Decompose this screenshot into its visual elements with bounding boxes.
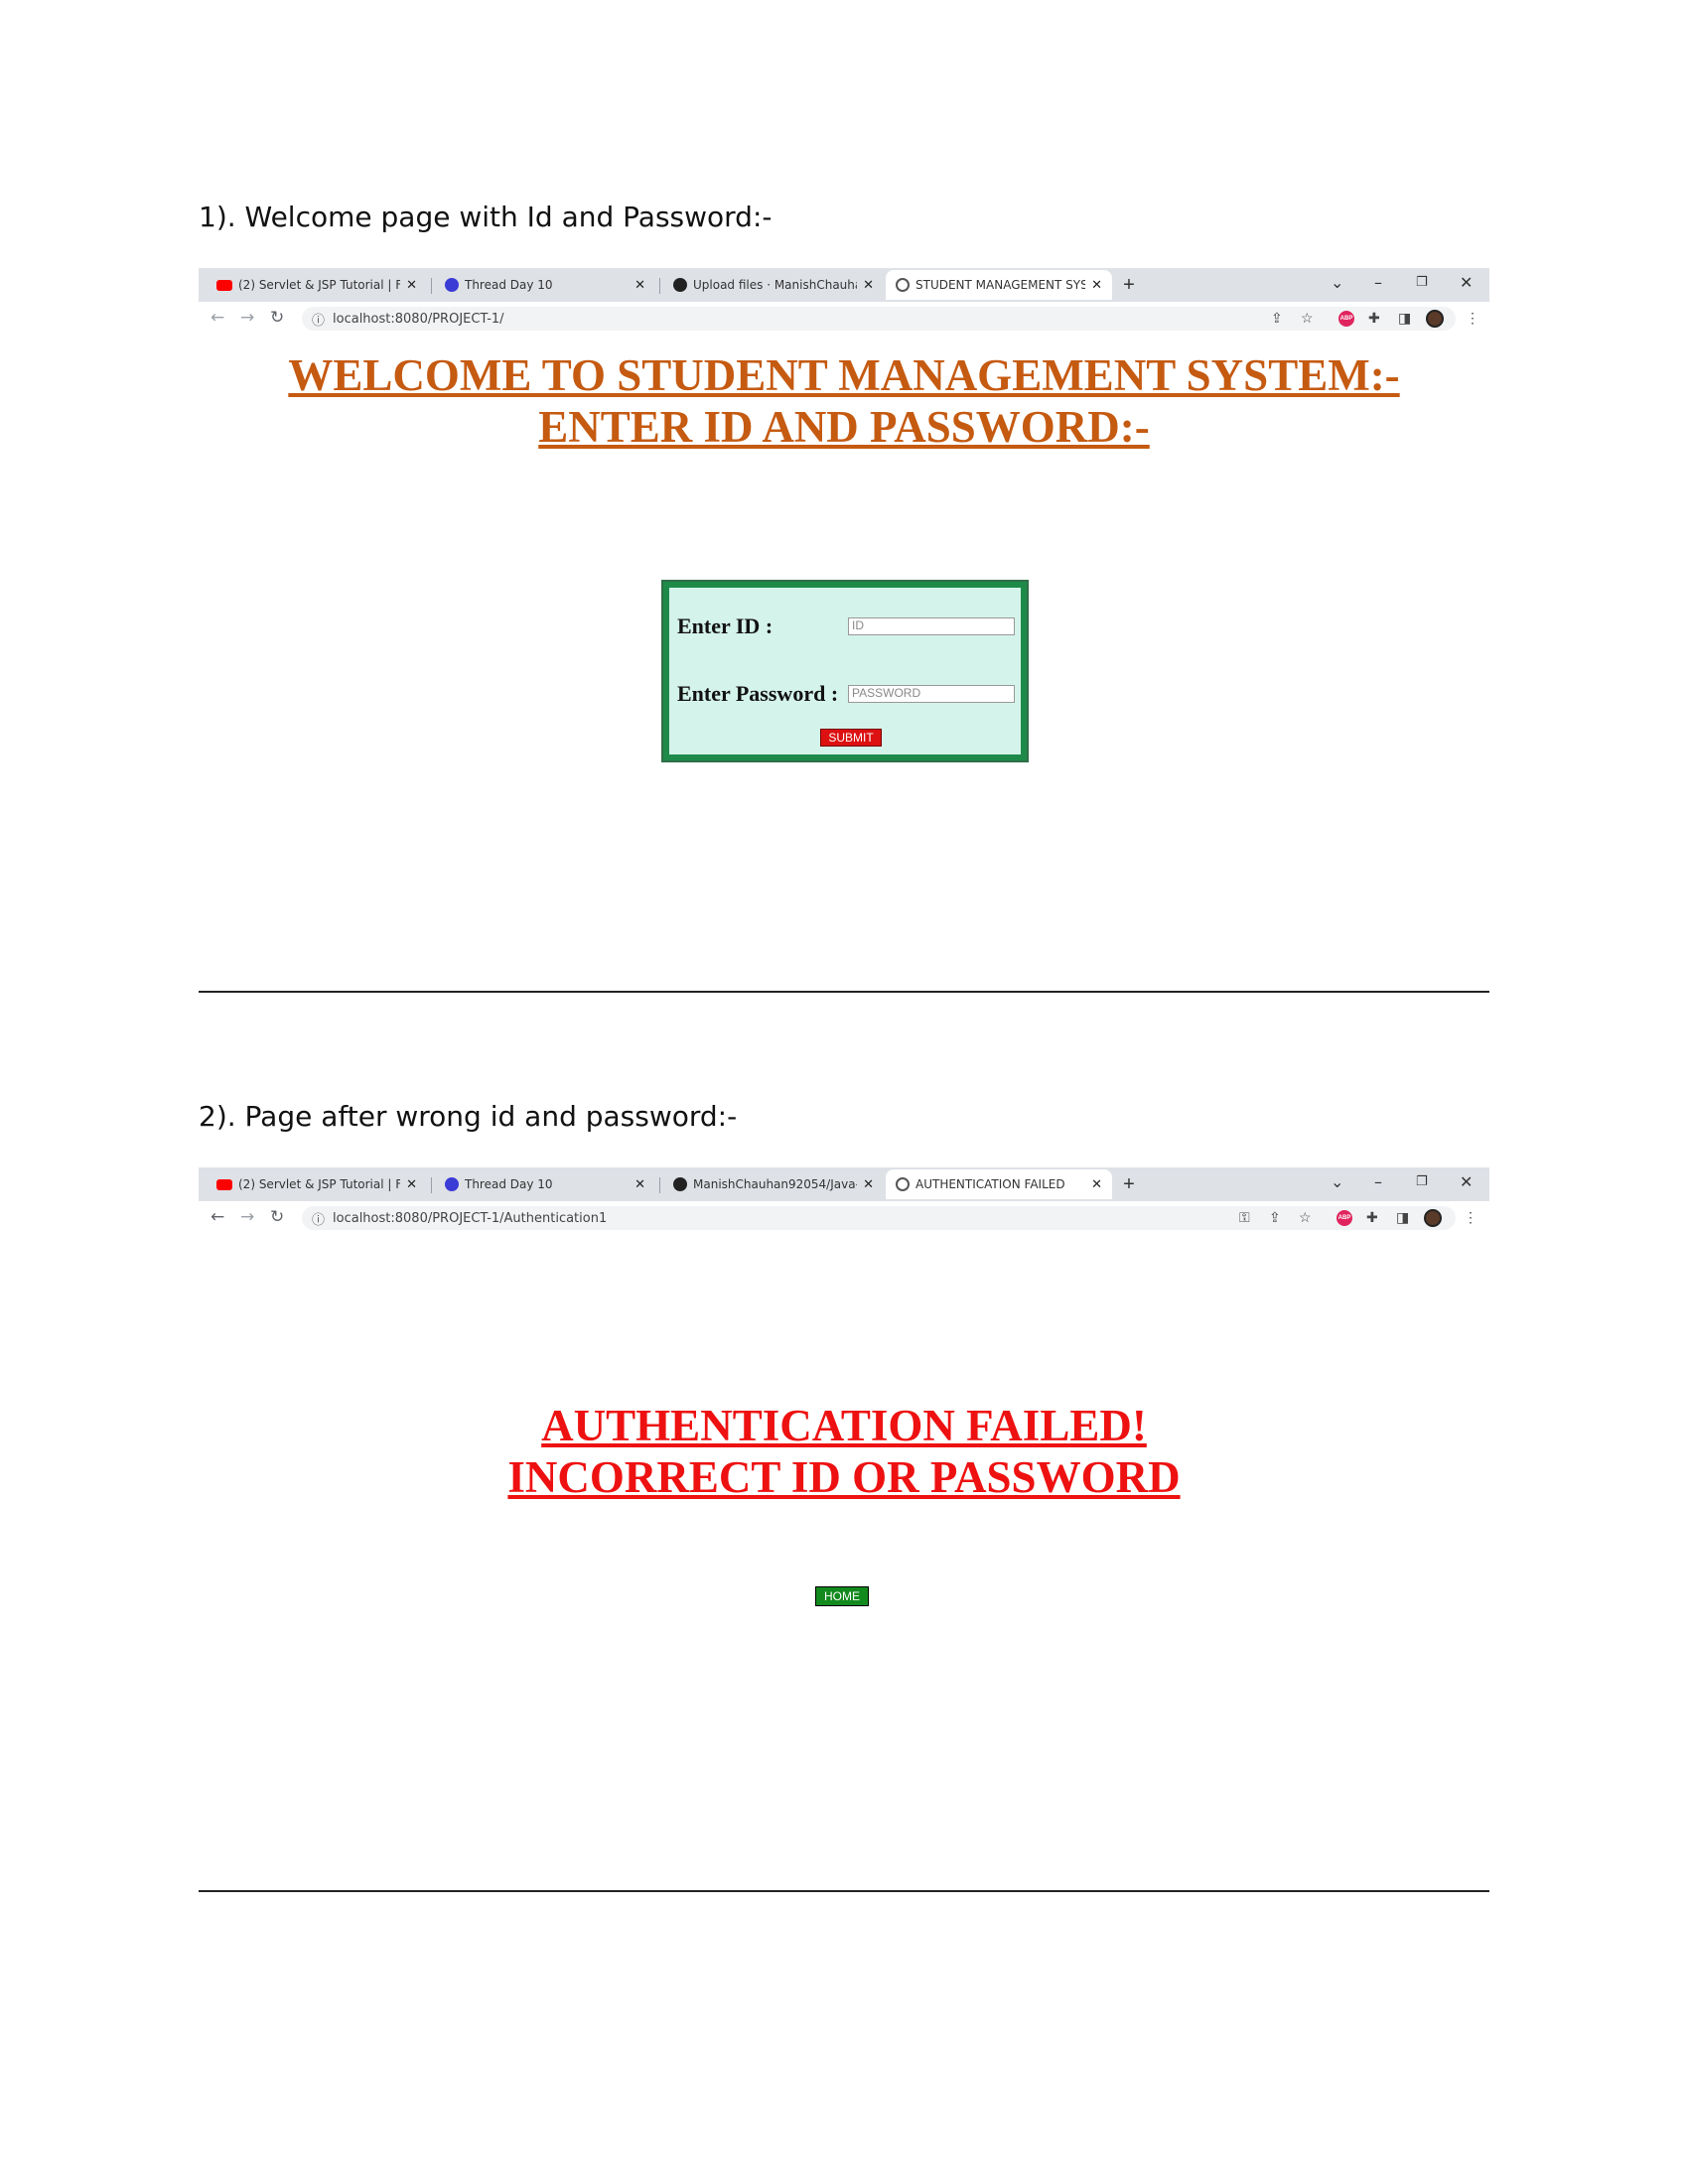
screenshot-welcome-page: (2) Servlet & JSP Tutorial | Full Cc ✕ T…: [199, 268, 1489, 971]
tab-authentication-failed[interactable]: AUTHENTICATION FAILED ✕: [886, 1169, 1112, 1199]
reload-icon[interactable]: ↻: [270, 308, 284, 328]
section-divider: [199, 1890, 1489, 1892]
close-icon[interactable]: ✕: [863, 278, 874, 293]
tab-title: Upload files · ManishChauhan92: [693, 278, 857, 292]
password-label: Enter Password :: [677, 681, 839, 706]
bookmark-star-icon[interactable]: ☆: [1299, 1209, 1312, 1226]
url-text: localhost:8080/PROJECT-1/: [333, 311, 504, 327]
info-icon[interactable]: ⓘ: [312, 1209, 325, 1228]
avatar[interactable]: [1426, 310, 1444, 328]
menu-dots-icon[interactable]: ⋮: [1466, 310, 1479, 327]
password-input[interactable]: PASSWORD: [848, 685, 1015, 703]
login-form: Enter ID : ID Enter Password : PASSWORD …: [661, 580, 1029, 762]
window-close-icon[interactable]: ✕: [1460, 273, 1473, 292]
tab-strip: (2) Servlet & JSP Tutorial | Full Cc ✕ T…: [199, 1167, 1489, 1201]
address-bar[interactable]: ⓘ localhost:8080/PROJECT-1/Authenticatio…: [302, 1206, 1456, 1230]
side-panel-icon[interactable]: ◨: [1396, 1209, 1409, 1226]
youtube-icon: [216, 1178, 232, 1190]
forward-arrow-icon[interactable]: →: [240, 1207, 254, 1227]
minimize-icon[interactable]: –: [1374, 273, 1382, 292]
reload-icon[interactable]: ↻: [270, 1207, 284, 1227]
tab-search-chevron-icon[interactable]: ⌄: [1331, 273, 1343, 292]
welcome-page-content: WELCOME TO STUDENT MANAGEMENT SYSTEM:- E…: [199, 336, 1489, 971]
tab-title: AUTHENTICATION FAILED: [915, 1177, 1065, 1191]
close-icon[interactable]: ✕: [1091, 278, 1102, 293]
extensions-puzzle-icon[interactable]: ✚: [1366, 1209, 1378, 1226]
tab-separator: [431, 1177, 432, 1193]
adblock-icon[interactable]: ABP: [1338, 311, 1354, 327]
menu-dots-icon[interactable]: ⋮: [1464, 1209, 1477, 1226]
section-divider: [199, 991, 1489, 993]
back-arrow-icon[interactable]: ←: [211, 308, 224, 328]
tab-servlet-tutorial[interactable]: (2) Servlet & JSP Tutorial | Full Cc ✕: [207, 1169, 427, 1199]
section-2-heading: 2). Page after wrong id and password:-: [199, 1100, 738, 1133]
tab-strip: (2) Servlet & JSP Tutorial | Full Cc ✕ T…: [199, 268, 1489, 302]
close-icon[interactable]: ✕: [406, 278, 417, 293]
browser-toolbar: ← → ↻ ⓘ localhost:8080/PROJECT-1/Authent…: [199, 1201, 1489, 1235]
bookmark-star-icon[interactable]: ☆: [1301, 310, 1314, 327]
tab-separator: [659, 278, 660, 294]
tab-separator: [431, 278, 432, 294]
home-button[interactable]: HOME: [815, 1586, 869, 1606]
auth-failed-page-content: AUTHENTICATION FAILED! INCORRECT ID OR P…: [199, 1235, 1489, 1831]
tab-search-chevron-icon[interactable]: ⌄: [1331, 1172, 1343, 1191]
browser-chrome: (2) Servlet & JSP Tutorial | Full Cc ✕ T…: [199, 268, 1489, 336]
site-icon: [445, 1177, 459, 1191]
fail-title-line-2: INCORRECT ID OR PASSWORD: [507, 1452, 1181, 1502]
tab-github-repo[interactable]: ManishChauhan92054/Java-Serv ✕: [663, 1169, 884, 1199]
tab-thread-day[interactable]: Thread Day 10 ✕: [435, 270, 655, 300]
tab-title: Thread Day 10: [465, 278, 553, 292]
tab-title: ManishChauhan92054/Java-Serv: [693, 1177, 857, 1191]
browser-toolbar: ← → ↻ ⓘ localhost:8080/PROJECT-1/ ⇪ ☆ AB…: [199, 302, 1489, 336]
id-label: Enter ID :: [677, 614, 774, 638]
globe-icon: [896, 278, 910, 292]
id-input[interactable]: ID: [848, 617, 1015, 635]
tab-servlet-tutorial[interactable]: (2) Servlet & JSP Tutorial | Full Cc ✕: [207, 270, 427, 300]
window-close-icon[interactable]: ✕: [1460, 1172, 1473, 1191]
share-icon[interactable]: ⇪: [1269, 1209, 1281, 1226]
site-icon: [445, 278, 459, 292]
new-tab-plus-icon[interactable]: +: [1118, 274, 1140, 297]
restore-icon[interactable]: ❐: [1416, 275, 1428, 290]
forward-arrow-icon[interactable]: →: [240, 308, 254, 328]
adblock-icon[interactable]: ABP: [1336, 1210, 1352, 1226]
avatar[interactable]: [1424, 1209, 1442, 1227]
youtube-icon: [216, 279, 232, 291]
new-tab-plus-icon[interactable]: +: [1118, 1173, 1140, 1196]
submit-button[interactable]: SUBMIT: [820, 729, 882, 747]
tab-title: (2) Servlet & JSP Tutorial | Full Cc: [238, 1177, 401, 1191]
welcome-title-line-2: ENTER ID AND PASSWORD:-: [538, 402, 1150, 452]
close-icon[interactable]: ✕: [634, 1177, 645, 1192]
url-text: localhost:8080/PROJECT-1/Authentication1: [333, 1210, 608, 1226]
restore-icon[interactable]: ❐: [1416, 1174, 1428, 1189]
globe-icon: [896, 1177, 910, 1191]
minimize-icon[interactable]: –: [1374, 1172, 1382, 1191]
tab-separator: [659, 1177, 660, 1193]
info-icon[interactable]: ⓘ: [312, 310, 325, 329]
section-1-heading: 1). Welcome page with Id and Password:-: [199, 201, 773, 233]
tab-title: (2) Servlet & JSP Tutorial | Full Cc: [238, 278, 401, 292]
tab-title: STUDENT MANAGEMENT SYSTEI: [915, 278, 1086, 292]
browser-chrome: (2) Servlet & JSP Tutorial | Full Cc ✕ T…: [199, 1167, 1489, 1235]
welcome-title-line-1: WELCOME TO STUDENT MANAGEMENT SYSTEM:-: [288, 350, 1400, 400]
tab-thread-day[interactable]: Thread Day 10 ✕: [435, 1169, 655, 1199]
key-icon[interactable]: ⚿: [1239, 1209, 1250, 1226]
close-icon[interactable]: ✕: [863, 1177, 874, 1192]
close-icon[interactable]: ✕: [406, 1177, 417, 1192]
close-icon[interactable]: ✕: [1091, 1177, 1102, 1192]
tab-title: Thread Day 10: [465, 1177, 553, 1191]
share-icon[interactable]: ⇪: [1271, 310, 1283, 327]
extensions-puzzle-icon[interactable]: ✚: [1368, 310, 1380, 327]
screenshot-auth-failed-page: (2) Servlet & JSP Tutorial | Full Cc ✕ T…: [199, 1167, 1489, 1831]
tab-upload-files[interactable]: Upload files · ManishChauhan92 ✕: [663, 270, 884, 300]
github-icon: [673, 1177, 687, 1191]
github-icon: [673, 278, 687, 292]
tab-student-management[interactable]: STUDENT MANAGEMENT SYSTEI ✕: [886, 270, 1112, 300]
close-icon[interactable]: ✕: [634, 278, 645, 293]
fail-title-line-1: AUTHENTICATION FAILED!: [541, 1401, 1147, 1450]
back-arrow-icon[interactable]: ←: [211, 1207, 224, 1227]
side-panel-icon[interactable]: ◨: [1398, 310, 1411, 327]
